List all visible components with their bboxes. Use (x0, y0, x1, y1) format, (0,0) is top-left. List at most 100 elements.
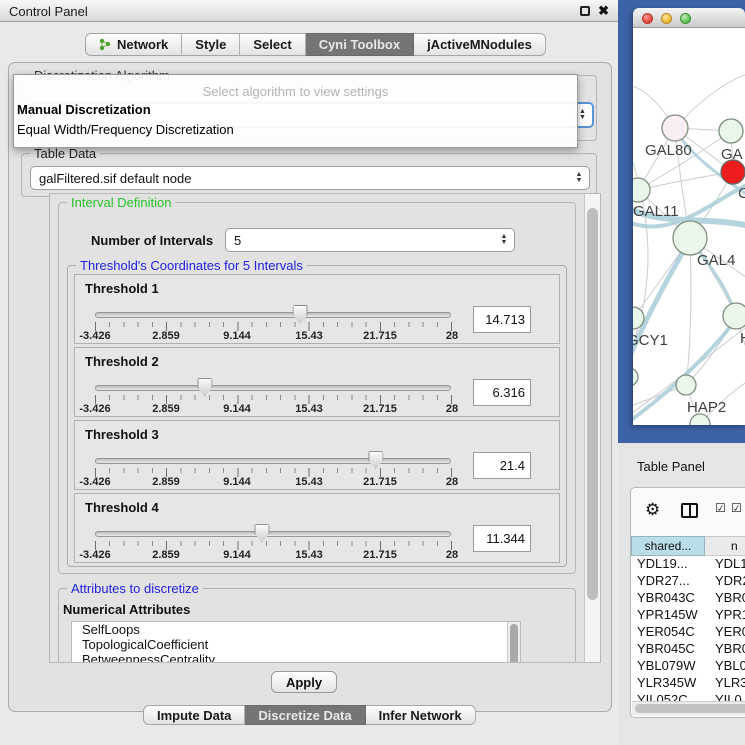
tick-label: 9.144 (223, 330, 251, 342)
cell: YBL0 (705, 658, 745, 675)
tick-label: 28 (446, 403, 458, 415)
node-gal11[interactable] (633, 178, 650, 202)
network-window-titlebar[interactable] (633, 8, 745, 28)
gear-icon[interactable]: ⚙ (645, 500, 660, 520)
apply-button[interactable]: Apply (271, 671, 337, 693)
node-label: H (740, 330, 745, 347)
float-window-icon[interactable] (580, 6, 590, 16)
threshold-3-slider-track[interactable] (95, 458, 451, 464)
node-label: GAL11 (633, 203, 679, 220)
list-item[interactable]: TopologicalCoefficient (72, 637, 520, 652)
tab-impute-data[interactable]: Impute Data (143, 705, 245, 725)
table-data-combobox[interactable]: galFiltered.sif default node ▲▼ (30, 166, 590, 190)
tab-style-label: Style (195, 37, 226, 52)
settings-scrollbar[interactable] (584, 194, 600, 662)
tab-network-label: Network (117, 37, 168, 52)
table-panel: Table Panel ⚙ ☑ ☑ shared... n YDL19...YD… (618, 443, 745, 745)
threshold-4-slider-track[interactable] (95, 531, 451, 537)
threshold-3-value-field[interactable]: 21.4 (473, 452, 531, 479)
slider-ticks-major (95, 541, 453, 550)
table-header-row: shared... n (631, 536, 745, 556)
table-row[interactable]: YDR27...YDR2 (631, 573, 745, 590)
list-scrollbar[interactable] (507, 622, 520, 663)
tab-jactivemnodules[interactable]: jActiveMNodules (414, 33, 546, 56)
dropdown-option-equal-width[interactable]: Equal Width/Frequency Discretization (17, 122, 234, 137)
list-item[interactable]: BetweennessCentrality (72, 652, 520, 663)
cell: YBR0 (705, 641, 745, 658)
table-row[interactable]: YBR043CYBR0 (631, 590, 745, 607)
tab-discretize-data-label: Discretize Data (258, 708, 351, 723)
table-card: ⚙ ☑ ☑ shared... n YDL19...YDL1 YDR27...Y… (630, 487, 745, 718)
threshold-4-value-field[interactable]: 11.344 (473, 525, 531, 552)
scrollbar-thumb[interactable] (587, 208, 598, 600)
threshold-2-panel: Threshold 2 -3.426 2.859 9.144 15.43 21.… (74, 347, 560, 417)
tab-infer-network[interactable]: Infer Network (366, 705, 476, 725)
table-horizontal-scrollbar[interactable] (632, 701, 745, 715)
threshold-4-slider-thumb[interactable] (254, 524, 269, 542)
control-panel-titlebar: Control Panel ✖ (0, 0, 618, 22)
table-row[interactable]: YDL19...YDL1 (631, 556, 745, 573)
tab-select[interactable]: Select (240, 33, 305, 56)
close-icon[interactable]: ✖ (598, 3, 609, 19)
column-header-name[interactable]: n (705, 536, 745, 556)
minimize-traffic-light-icon[interactable] (661, 13, 672, 24)
table-row[interactable]: YER054CYER0 (631, 624, 745, 641)
cell: YER054C (631, 624, 705, 641)
tab-network[interactable]: Network (85, 33, 182, 56)
node-hap2[interactable] (676, 375, 696, 395)
close-traffic-light-icon[interactable] (642, 13, 653, 24)
tick-label: 9.144 (223, 403, 251, 415)
combo-arrows-icon: ▲▼ (571, 169, 587, 187)
zoom-traffic-light-icon[interactable] (680, 13, 691, 24)
threshold-2-value-field[interactable]: 6.316 (473, 379, 531, 406)
threshold-2-label: Threshold 2 (85, 354, 159, 369)
table-row[interactable]: YPR145WYPR1 (631, 607, 745, 624)
threshold-3-slider-thumb[interactable] (368, 451, 383, 469)
numerical-attributes-list[interactable]: SelfLoops TopologicalCoefficient Between… (71, 621, 521, 663)
list-item[interactable]: SelfLoops (72, 622, 520, 637)
cell: YBR043C (631, 590, 705, 607)
node-ga[interactable] (719, 119, 743, 143)
table-row[interactable]: YBL079WYBL0 (631, 658, 745, 675)
split-columns-icon[interactable] (681, 503, 698, 518)
node-red-selected[interactable] (721, 160, 745, 184)
combo-arrows-icon: ▲▼ (496, 231, 512, 249)
num-intervals-combobox[interactable]: 5 ▲▼ (225, 228, 515, 252)
threshold-1-slider-thumb[interactable] (293, 305, 308, 323)
threshold-4-panel: Threshold 4 -3.426 2.859 9.144 15.43 21.… (74, 493, 560, 563)
cell: YBR0 (705, 590, 745, 607)
checkbox-icon[interactable]: ☑ (715, 501, 727, 515)
tab-jactivemnodules-label: jActiveMNodules (427, 37, 532, 52)
threshold-1-label: Threshold 1 (85, 281, 159, 296)
threshold-2-slider-thumb[interactable] (197, 378, 212, 396)
node-h[interactable] (723, 303, 745, 329)
checkbox-icon[interactable]: ☑ (731, 501, 743, 515)
tick-label: 2.859 (152, 476, 180, 488)
screen: Control Panel ✖ Network Style Select Cyn… (0, 0, 745, 745)
network-canvas[interactable]: GAL80 GA C GAL11 GAL4 GCY1 H HAP2 (633, 28, 745, 425)
dropdown-option-manual[interactable]: Manual Discretization (17, 102, 151, 117)
network-view-window[interactable]: GAL80 GA C GAL11 GAL4 GCY1 H HAP2 (633, 8, 745, 425)
tab-style[interactable]: Style (182, 33, 240, 56)
table-row[interactable]: YLR345WYLR3 (631, 675, 745, 692)
node-gal4[interactable] (673, 221, 707, 255)
node-label: GA (721, 146, 743, 163)
tab-discretize-data[interactable]: Discretize Data (245, 705, 365, 725)
table-row[interactable]: YBR045CYBR0 (631, 641, 745, 658)
num-intervals-label: Number of Intervals (91, 233, 213, 248)
threshold-2-slider-track[interactable] (95, 385, 451, 391)
slider-ticks-major (95, 322, 453, 331)
tab-cyni-toolbox[interactable]: Cyni Toolbox (306, 33, 414, 56)
scrollbar-thumb[interactable] (635, 704, 745, 713)
tick-label: 21.715 (363, 476, 397, 488)
node-gal80[interactable] (662, 115, 688, 141)
threshold-1-slider-track[interactable] (95, 312, 451, 318)
column-header-shared-name[interactable]: shared... (631, 536, 705, 556)
numerical-attributes-label: Numerical Attributes (63, 602, 190, 617)
tick-label: -3.426 (79, 330, 110, 342)
threshold-1-value-field[interactable]: 14.713 (473, 306, 531, 333)
cell: YBR045C (631, 641, 705, 658)
cell: YDR2 (705, 573, 745, 590)
tick-label: 28 (446, 476, 458, 488)
slider-ticks-major (95, 468, 453, 477)
